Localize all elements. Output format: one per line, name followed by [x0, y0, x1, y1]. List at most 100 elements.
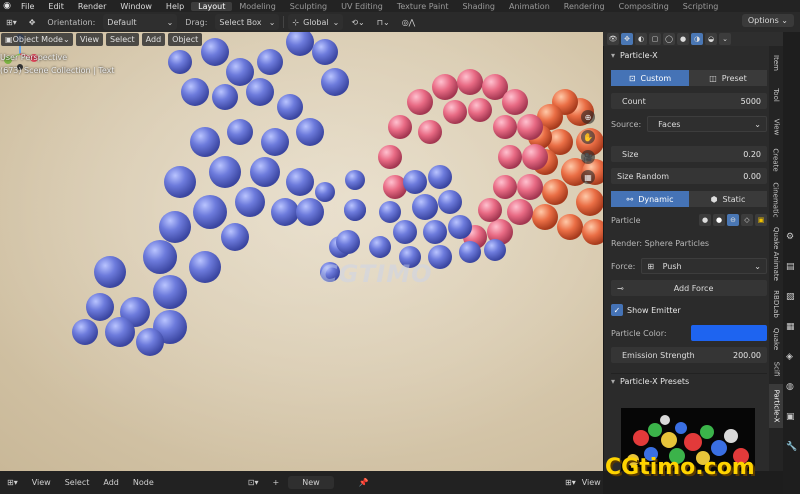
- orientation-dropdown[interactable]: Default ⌄: [103, 14, 178, 30]
- emission-strength-field[interactable]: Emission Strength 200.00: [611, 347, 767, 363]
- particle-color-swatch[interactable]: [691, 325, 767, 341]
- count-field[interactable]: Count 5000: [611, 93, 767, 109]
- object-properties-icon[interactable]: ▣: [786, 412, 795, 422]
- dynamic-button[interactable]: ⚯ Dynamic: [611, 191, 689, 207]
- panel-header[interactable]: ▾ Particle-X: [611, 51, 767, 60]
- sidebar-tab-cinematic[interactable]: Cinematic: [769, 178, 783, 222]
- workspace-tab-sculpting[interactable]: Sculpting: [283, 2, 334, 11]
- output-properties-icon[interactable]: ▧: [786, 292, 795, 302]
- workspace-tab-shading[interactable]: Shading: [455, 2, 502, 11]
- viewport-menu-view[interactable]: View: [76, 32, 103, 46]
- view-layer-properties-icon[interactable]: ▦: [786, 322, 795, 332]
- object-mode-dropdown[interactable]: ▣ Object Mode ⌄: [1, 32, 73, 46]
- presets-header[interactable]: ▾ Particle-X Presets: [611, 373, 767, 386]
- sidebar-tab-tool[interactable]: Tool: [769, 80, 783, 110]
- size-random-field[interactable]: Size Random 0.00: [611, 168, 767, 184]
- particle-dark-sphere-icon[interactable]: ●: [699, 214, 711, 226]
- preset-button[interactable]: ◫ Preset: [689, 70, 767, 86]
- viewport-menu-select[interactable]: Select: [105, 32, 139, 46]
- snap-icon[interactable]: ⊓⌄: [373, 14, 394, 30]
- options-dropdown[interactable]: Options ⌄: [741, 14, 794, 27]
- menu-edit[interactable]: Edit: [41, 2, 71, 11]
- source-dropdown[interactable]: Faces ⌄: [647, 116, 767, 132]
- sidebar-tab-create[interactable]: Create: [769, 144, 783, 176]
- 3d-viewport[interactable]: CGTIMO ⊕ ✋ 🎥 ▦: [0, 32, 603, 471]
- editor-type-icon[interactable]: ⊞▾: [2, 14, 21, 30]
- tool-properties-icon[interactable]: ⚙: [786, 232, 794, 242]
- shading-options-chevron-icon[interactable]: ⌄: [719, 33, 731, 45]
- new-material-button[interactable]: New: [288, 476, 334, 489]
- wireframe-shading-icon[interactable]: ◯: [663, 33, 675, 45]
- menu-window[interactable]: Window: [113, 2, 159, 11]
- sidebar-tab-particle-x[interactable]: Particle-X: [769, 384, 783, 428]
- blender-logo-icon[interactable]: ◉: [0, 0, 14, 12]
- workspace-tab-rendering[interactable]: Rendering: [557, 2, 612, 11]
- grid-perspective-icon[interactable]: ▦: [581, 170, 595, 184]
- modifier-properties-icon[interactable]: 🔧: [786, 442, 797, 452]
- collapse-chevron-icon: ▾: [611, 51, 616, 60]
- sidebar-tab-quake-label: Quake: [772, 327, 781, 351]
- world-properties-icon[interactable]: ◍: [786, 382, 794, 392]
- sidebar-tab-quake-animate[interactable]: Quake Animate: [769, 224, 783, 284]
- transform-orientation-dropdown[interactable]: ⊹ Global ⌄: [288, 14, 344, 30]
- camera-icon[interactable]: 🎥: [581, 150, 595, 164]
- menu-file[interactable]: File: [14, 2, 41, 11]
- xray-toggle-icon[interactable]: ▢: [649, 33, 661, 45]
- particle-light-sphere-icon[interactable]: ●: [713, 214, 725, 226]
- material-preview-icon[interactable]: ◑: [691, 33, 703, 45]
- workspace-tab-layout[interactable]: Layout: [191, 1, 233, 11]
- workspace-tab-modeling[interactable]: Modeling: [232, 2, 282, 11]
- add-force-button[interactable]: ⊸ Add Force: [611, 280, 767, 296]
- particle-type-icons: ● ● ⊖ ◇ ▣: [699, 214, 767, 226]
- workspace-tab-compositing[interactable]: Compositing: [612, 2, 676, 11]
- sidebar-tab-quake[interactable]: Quake: [769, 324, 783, 354]
- particle-image-icon[interactable]: ▣: [755, 214, 767, 226]
- workspace-tab-uv-editing[interactable]: UV Editing: [334, 2, 390, 11]
- custom-button[interactable]: ⊡ Custom: [611, 70, 689, 86]
- workspace-tab-animation[interactable]: Animation: [502, 2, 557, 11]
- show-emitter-row[interactable]: ✓ Show Emitter: [611, 304, 767, 316]
- pan-hand-icon[interactable]: ✋: [581, 130, 595, 144]
- force-dropdown[interactable]: ⊞ Push ⌄: [641, 258, 767, 274]
- sidebar-tab-item-label: Item: [772, 55, 780, 71]
- show-emitter-checkbox[interactable]: ✓: [611, 304, 623, 316]
- sidebar-tab-view[interactable]: View: [769, 112, 783, 142]
- overlay-toggle-icon[interactable]: ◐: [635, 33, 647, 45]
- sidebar-tab-item[interactable]: Item: [769, 48, 783, 78]
- scene-properties-icon[interactable]: ◈: [786, 352, 793, 362]
- workspace-tab-texture-paint[interactable]: Texture Paint: [390, 2, 456, 11]
- size-field[interactable]: Size 0.20: [611, 146, 767, 162]
- particle-cube-icon[interactable]: ◇: [741, 214, 753, 226]
- viewport-shading-header: 👁 ✥ ◐ ▢ ◯ ● ◑ ◒ ⌄: [603, 32, 785, 46]
- particle-sphere-outline-icon[interactable]: ⊖: [727, 214, 739, 226]
- editor-type-icon[interactable]: ⊞▾: [565, 478, 576, 487]
- static-button[interactable]: ⬢ Static: [689, 191, 767, 207]
- zoom-icon[interactable]: ⊕: [581, 110, 595, 124]
- node-menu-select[interactable]: Select: [60, 478, 95, 487]
- node-menu-add[interactable]: Add: [98, 478, 124, 487]
- workspace-tab-scripting[interactable]: Scripting: [676, 2, 726, 11]
- pivot-point-icon[interactable]: ⟲⌄: [347, 14, 368, 30]
- drag-dropdown[interactable]: Select Box ⌄: [215, 14, 280, 30]
- node-menu-view[interactable]: View: [27, 478, 56, 487]
- menu-render[interactable]: Render: [71, 2, 113, 11]
- sidebar-tab-scifi[interactable]: Scifi: [769, 356, 783, 382]
- viewport-menu-add[interactable]: Add: [141, 32, 166, 46]
- chevron-down-icon: ⌄: [268, 17, 276, 27]
- solid-shading-icon[interactable]: ●: [677, 33, 689, 45]
- sidebar-tab-rbdlab[interactable]: RBDLab: [769, 286, 783, 322]
- rendered-shading-icon[interactable]: ◒: [705, 33, 717, 45]
- viewport-menu-object[interactable]: Object: [168, 32, 203, 46]
- node-editor-type-icon[interactable]: ⊞▾: [2, 478, 23, 487]
- material-slot-icon[interactable]: ⊡▾: [243, 478, 264, 487]
- gizmo-toggle-icon[interactable]: ✥: [621, 33, 633, 45]
- secondary-view-menu[interactable]: View: [582, 478, 601, 487]
- node-menu-node[interactable]: Node: [128, 478, 159, 487]
- add-new-plus-icon[interactable]: +: [268, 478, 285, 487]
- menu-help[interactable]: Help: [159, 2, 191, 11]
- proportional-edit-icon[interactable]: ◎⋀: [398, 14, 420, 30]
- transform-pivot-icon[interactable]: ✥: [25, 14, 40, 30]
- pin-icon[interactable]: 📌: [354, 478, 374, 487]
- render-properties-icon[interactable]: ▤: [786, 262, 795, 272]
- visibility-icon[interactable]: 👁: [607, 33, 619, 45]
